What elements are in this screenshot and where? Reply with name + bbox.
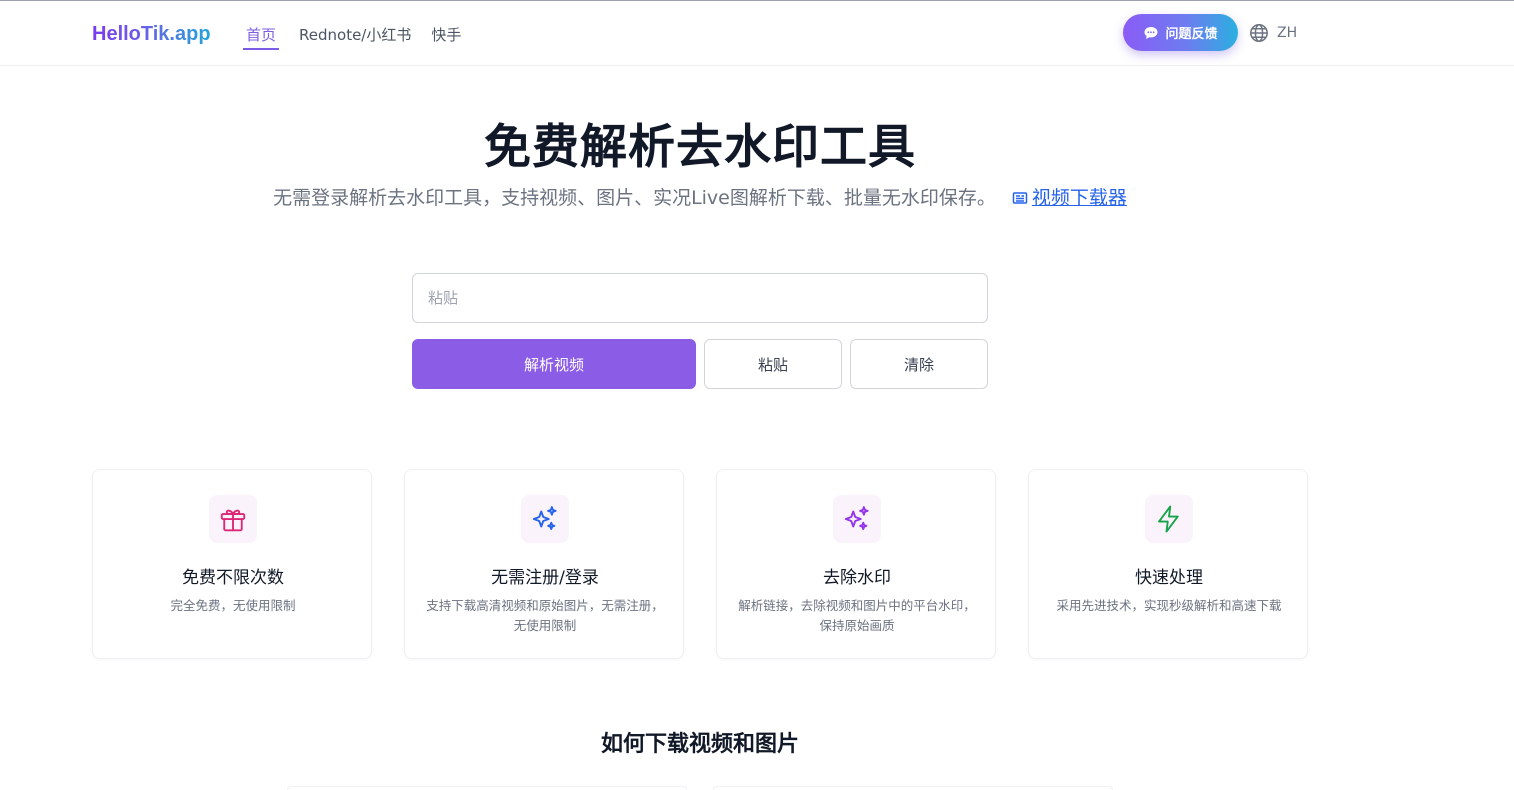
feature-title: 免费不限次数 [182,568,284,588]
lightning-icon [1158,505,1179,533]
gift-icon [220,509,246,532]
nav-item-home[interactable]: 首页 [243,24,280,50]
feature-card-fast: 快速处理 采用先进技术，实现秒级解析和高速下载 [1028,469,1308,659]
paste-button[interactable]: 粘贴 [704,339,842,389]
language-label: ZH [1277,25,1298,41]
nav-item-kuaishou[interactable]: 快手 [431,24,461,50]
globe-icon [1250,24,1268,42]
main-nav: 首页 Rednote/小红书 快手 [243,24,481,50]
howto-card-top-edge [713,786,1113,790]
feature-description: 采用先进技术，实现秒级解析和高速下载 [1056,598,1282,613]
site-logo[interactable]: HelloTik.app [92,23,211,46]
subtitle-text: 无需登录解析去水印工具，支持视频、图片、实况Live图解析下载、批量无水印保存。 [273,187,996,209]
feature-title: 去除水印 [823,568,891,588]
feature-description: 解析链接，去除视频和图片中的平台水印，保持原始画质 [738,598,976,633]
chat-bubble-icon [1144,26,1158,39]
feature-icon-box [1145,495,1193,543]
feature-card-no-login: 无需注册/登录 支持下载高清视频和原始图片，无需注册，无使用限制 [404,469,684,659]
sparkles-icon [844,506,869,530]
video-downloader-link[interactable]: 视频下载器 [1012,187,1127,209]
clear-button[interactable]: 清除 [850,339,988,389]
feature-icon-box [833,495,881,543]
feature-title: 快速处理 [1135,568,1203,588]
sparkles-icon [532,506,557,530]
page-title: 免费解析去水印工具 [484,120,916,175]
nav-item-rednote[interactable]: Rednote/小红书 [299,24,411,50]
newspaper-icon [1012,192,1028,204]
feedback-label: 问题反馈 [1165,26,1218,41]
feature-icon-box [521,495,569,543]
video-downloader-label: 视频下载器 [1031,187,1127,209]
feedback-button[interactable]: 问题反馈 [1123,14,1238,51]
feature-description: 完全免费，无使用限制 [170,598,296,613]
language-switcher[interactable]: ZH [1249,23,1297,43]
feature-description: 支持下载高清视频和原始图片，无需注册，无使用限制 [426,598,664,633]
feature-card-free: 免费不限次数 完全免费，无使用限制 [92,469,372,659]
howto-section-title: 如何下载视频和图片 [600,732,799,757]
parse-video-button[interactable]: 解析视频 [412,339,696,389]
site-header: HelloTik.app 首页 Rednote/小红书 快手 问题反馈 ZH [0,1,1514,66]
page-subtitle: 无需登录解析去水印工具，支持视频、图片、实况Live图解析下载、批量无水印保存。… [0,183,1400,210]
feature-card-remove-watermark: 去除水印 解析链接，去除视频和图片中的平台水印，保持原始画质 [716,469,996,659]
url-input[interactable] [412,273,988,323]
feature-title: 无需注册/登录 [491,568,599,588]
feature-icon-box [209,495,257,543]
howto-card-top-edge [287,786,687,790]
